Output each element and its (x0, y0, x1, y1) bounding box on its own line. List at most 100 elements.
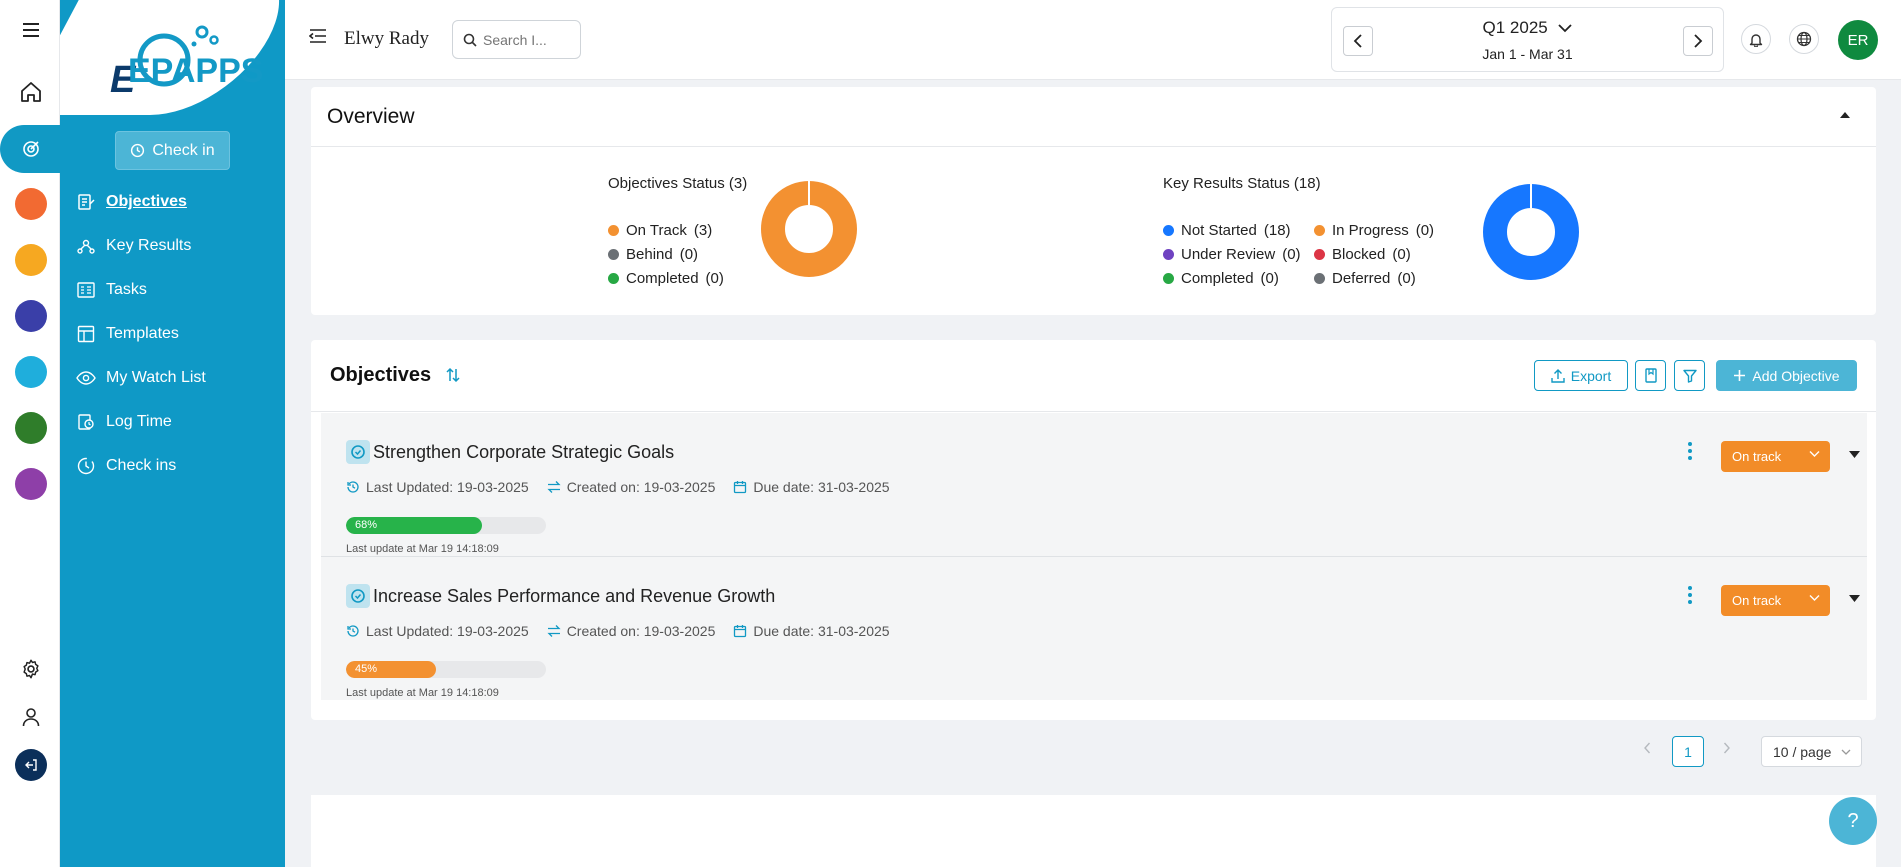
rail-app-5[interactable] (15, 412, 47, 444)
settings-gear-icon[interactable] (13, 651, 49, 687)
legend-dot (1163, 272, 1174, 284)
overview-header: Overview (311, 87, 1876, 147)
sidebar-item-key-results[interactable]: Key Results (60, 224, 285, 268)
rail-app-2[interactable] (15, 244, 47, 276)
sidebar-item-label: Key Results (106, 237, 192, 254)
legend-label: Completed (1181, 269, 1254, 287)
more-options-icon[interactable] (1687, 441, 1693, 461)
sidebar-item-tasks[interactable]: Tasks (60, 268, 285, 312)
legend-dot (1163, 224, 1174, 236)
check-in-clock-icon (131, 143, 145, 158)
due-date-text: Due date: 31-03-2025 (753, 623, 890, 639)
expand-row-icon[interactable] (1849, 451, 1860, 458)
period-range: Jan 1 - Mar 31 (1482, 46, 1573, 62)
objective-row[interactable]: Increase Sales Performance and Revenue G… (321, 557, 1867, 700)
sidebar-item-label: Objectives (106, 193, 187, 210)
hamburger-menu-icon[interactable] (13, 12, 49, 48)
sidebar-item-log-time[interactable]: Log Time (60, 400, 285, 444)
legend-label: Blocked (1332, 245, 1386, 263)
home-icon[interactable] (13, 74, 49, 110)
tasks-icon (77, 282, 95, 298)
logout-circle[interactable] (15, 749, 47, 781)
filter-button[interactable] (1674, 360, 1705, 391)
rail-app-6[interactable] (15, 468, 47, 500)
status-label: On track (1732, 593, 1782, 608)
search-box[interactable] (452, 20, 581, 59)
sidebar-item-label: Tasks (106, 281, 147, 298)
next-page-icon[interactable] (1723, 741, 1731, 755)
progress-bar: 45% (346, 661, 546, 678)
rail-app-2-icon[interactable] (13, 242, 49, 278)
logo-text: EPAPPS (128, 52, 263, 90)
rail-app-4-icon[interactable] (13, 354, 49, 390)
last-update-at: Last update at Mar 19 14:18:09 (346, 687, 499, 699)
objective-title[interactable]: Strengthen Corporate Strategic Goals (373, 442, 674, 463)
export-button[interactable]: Export (1534, 360, 1628, 391)
sidebar-item-objectives[interactable]: Objectives (60, 180, 285, 224)
legend-dot (1314, 272, 1325, 284)
globe-icon (1796, 31, 1812, 47)
page-size-select[interactable]: 10 / page (1761, 736, 1862, 767)
rail-app-1[interactable] (15, 188, 47, 220)
period-dropdown[interactable]: Q1 2025 (1332, 18, 1723, 38)
search-icon (463, 33, 477, 47)
add-objective-button[interactable]: Add Objective (1716, 360, 1857, 391)
bookmark-button[interactable] (1635, 360, 1666, 391)
language-button[interactable] (1789, 24, 1819, 54)
collapse-overview-icon[interactable] (1840, 111, 1850, 118)
swap-icon (547, 625, 561, 637)
sidebar-item-check-ins[interactable]: Check ins (60, 444, 285, 488)
history-icon (347, 481, 359, 493)
epapps-logo[interactable]: E EPAPPS (102, 20, 272, 102)
next-period-button[interactable] (1683, 26, 1713, 56)
workspace-user-name: Elwy Rady (344, 28, 429, 49)
rail-app-4[interactable] (15, 356, 47, 388)
rail-app-3-icon[interactable] (13, 298, 49, 334)
legend-dot (608, 248, 619, 260)
help-button[interactable]: ? (1829, 797, 1877, 845)
previous-page-icon[interactable] (1643, 741, 1651, 755)
legend-count: (0) (1282, 245, 1301, 263)
rail-app-1-icon[interactable] (13, 186, 49, 222)
legend-count: (0) (1415, 221, 1435, 239)
chevron-down-icon (1558, 24, 1573, 33)
objective-title[interactable]: Increase Sales Performance and Revenue G… (373, 586, 775, 607)
icon-rail (0, 0, 60, 867)
objectives-header: Objectives Export Add Objective (311, 340, 1876, 412)
okr-target-icon[interactable] (13, 131, 49, 167)
sidebar-item-label: My Watch List (106, 369, 206, 386)
objectives-status-title: Objectives Status (3) (608, 175, 748, 192)
objective-row[interactable]: Strengthen Corporate Strategic Goals Las… (321, 413, 1867, 556)
sort-icon[interactable] (446, 367, 460, 383)
period-title: Q1 2025 (1482, 18, 1548, 37)
status-dropdown[interactable]: On track (1721, 441, 1830, 472)
expand-row-icon[interactable] (1849, 595, 1860, 602)
legend-count: (0) (1392, 245, 1411, 263)
progress-fill: 68% (346, 517, 482, 534)
legend-item-behind: Behind (0) (608, 242, 724, 266)
profile-user-icon[interactable] (13, 699, 49, 735)
rail-app-3[interactable] (15, 300, 47, 332)
logout-icon[interactable] (13, 747, 49, 783)
avatar[interactable]: ER (1838, 20, 1878, 60)
legend-label: In Progress (1332, 221, 1409, 239)
notifications-button[interactable] (1741, 24, 1771, 54)
bookmark-icon (1644, 368, 1657, 383)
rail-app-6-icon[interactable] (13, 466, 49, 502)
rail-app-5-icon[interactable] (13, 410, 49, 446)
status-dropdown[interactable]: On track (1721, 585, 1830, 616)
legend-count: (0) (679, 245, 699, 263)
status-label: On track (1732, 449, 1782, 464)
sidebar-nav: Objectives Key Results Tasks Templates M… (60, 180, 285, 488)
check-in-button[interactable]: Check in (115, 131, 230, 170)
sidebar-item-watch-list[interactable]: My Watch List (60, 356, 285, 400)
page-number-button[interactable]: 1 (1672, 736, 1704, 767)
sidebar-item-templates[interactable]: Templates (60, 312, 285, 356)
sidebar: E EPAPPS Check in Objectives Key Results… (60, 0, 285, 867)
collapse-menu-icon[interactable] (309, 29, 327, 43)
last-updated: Last Updated: 19-03-2025 (346, 479, 529, 495)
more-options-icon[interactable] (1687, 585, 1693, 605)
legend-label: Deferred (1332, 269, 1391, 287)
search-input[interactable] (483, 31, 573, 48)
objectives-card: Objectives Export Add Objective Strength… (311, 340, 1876, 720)
